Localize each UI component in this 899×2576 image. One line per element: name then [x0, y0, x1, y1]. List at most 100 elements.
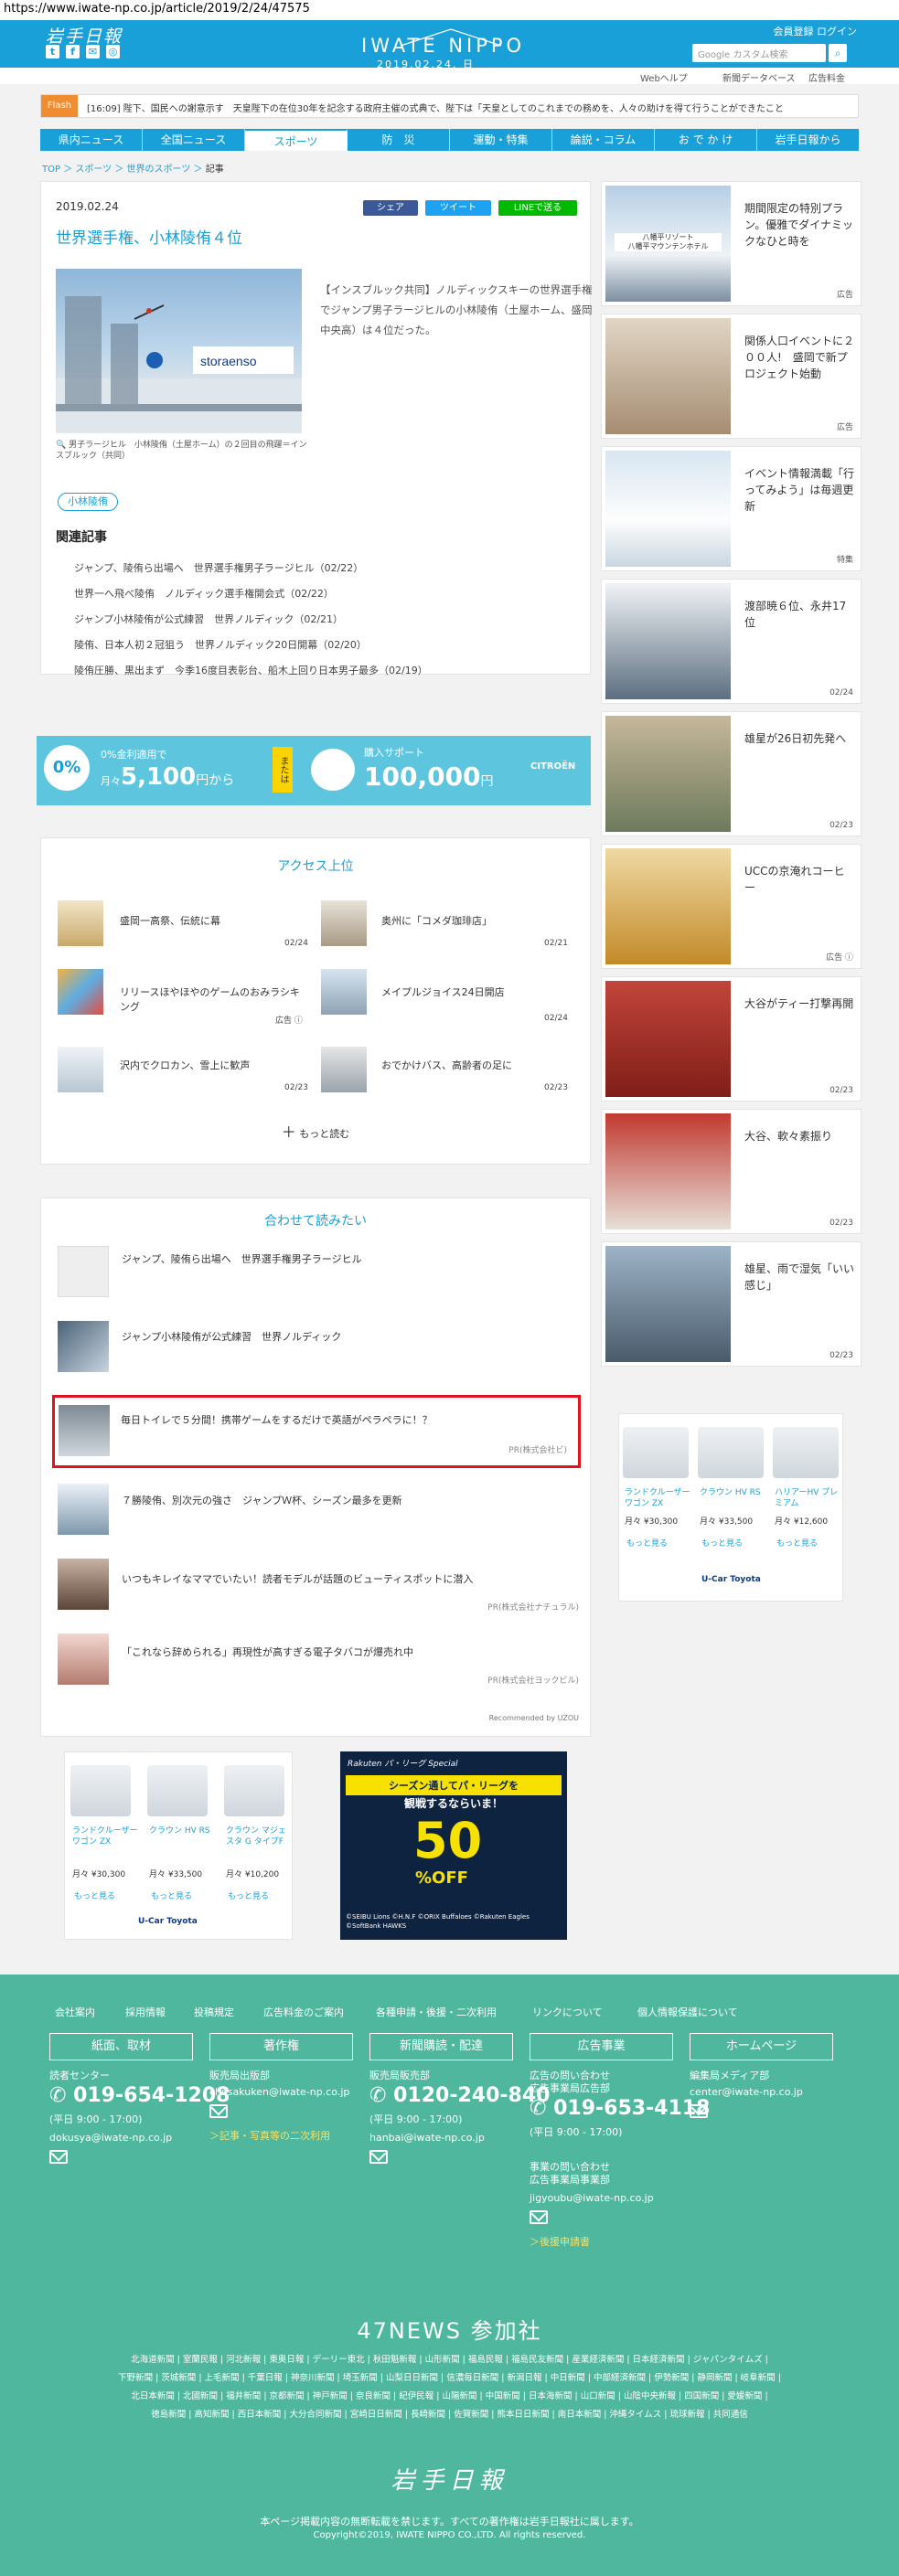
site-logo[interactable]: 岩手日報 — [46, 23, 123, 48]
footer-box-editorial[interactable]: 紙面、取材 — [49, 2033, 193, 2060]
side-title[interactable]: 大谷がティー打撃再開 — [744, 995, 854, 1012]
rank-link[interactable]: おでかけバス、高齢者の足に — [381, 1058, 512, 1072]
car-image[interactable] — [70, 1765, 131, 1816]
car-more-button[interactable]: もっと見る — [626, 1537, 668, 1549]
recommend-link[interactable]: 「これなら辞められる」再現性が高すぎる電子タバコが爆売れ中 — [122, 1645, 413, 1659]
site-brand[interactable]: IWATE NIPPO — [361, 35, 525, 57]
footer-link-company[interactable]: 会社案内 — [55, 2005, 95, 2019]
side-item[interactable]: 大谷、軟々素振り 02/23 — [601, 1109, 862, 1234]
nav-prefecture-news[interactable]: 県内ニュース — [40, 129, 143, 151]
ad-highlight-box[interactable]: 毎日トイレで５分間！携帯ゲームをするだけで英語がペラペラに！？ PR(株式会社ビ… — [52, 1395, 581, 1468]
partner-papers-row[interactable]: 徳島新聞 | 高知新聞 | 西日本新聞 | 大分合同新聞 | 宮崎日日新聞 | … — [64, 2406, 835, 2424]
recommend-thumb[interactable] — [59, 1405, 110, 1456]
rank-link[interactable]: メイプルジョイス24日開店 — [381, 985, 505, 999]
footer-link-posting[interactable]: 投稿規定 — [194, 2005, 234, 2019]
rank-thumb[interactable] — [58, 969, 103, 1015]
utility-link-ad-rates[interactable]: 広告料金 — [808, 70, 845, 84]
nav-national-news[interactable]: 全国ニュース — [143, 129, 245, 151]
side-thumb[interactable] — [605, 451, 731, 567]
search-icon[interactable]: ⌕ — [829, 44, 847, 62]
share-twitter-button[interactable]: ツイート — [425, 200, 491, 216]
side-item[interactable]: UCCの京淹れコーヒー 広告 ⓘ — [601, 844, 862, 969]
footer-mail[interactable]: hanbai@iwate-np.co.jp — [369, 2132, 485, 2145]
utility-link-help[interactable]: Webヘルプ — [640, 70, 688, 84]
share-line-button[interactable]: LINEで送る — [498, 200, 577, 216]
nav-disaster[interactable]: 防 災 — [348, 129, 450, 151]
nav-sports[interactable]: スポーツ — [245, 129, 348, 151]
side-thumb[interactable] — [605, 1246, 731, 1362]
footer-mail[interactable]: jigyoubu@iwate-np.co.jp — [530, 2192, 654, 2205]
car-image[interactable] — [623, 1427, 689, 1478]
side-thumb[interactable] — [605, 848, 731, 964]
utility-link-database[interactable]: 新聞データベース — [722, 70, 796, 84]
side-item[interactable]: 雄星が26日初先発へ 02/23 — [601, 711, 862, 836]
breadcrumb-top[interactable]: TOP — [42, 165, 60, 175]
footer-phone[interactable]: ✆ 019-654-1208 — [49, 2084, 230, 2107]
side-item[interactable]: 大谷がティー打撃再開 02/23 — [601, 976, 862, 1102]
related-link[interactable]: ジャンプ小林陵侑が公式練習 世界ノルディック（02/21） — [74, 612, 343, 626]
related-link[interactable]: 世界一へ飛べ陵侑 ノルディック選手権開会式（02/22） — [74, 586, 334, 601]
footer-link-linking[interactable]: リンクについて — [532, 2005, 603, 2019]
footer-link-recruit[interactable]: 採用情報 — [125, 2005, 166, 2019]
car-image[interactable] — [773, 1427, 839, 1478]
footer-mail[interactable]: dokusya@iwate-np.co.jp — [49, 2132, 172, 2145]
member-links[interactable]: 会員登録 ログイン — [774, 24, 858, 38]
rank-link[interactable]: 奥州に「コメダ珈琲店」 — [381, 913, 492, 928]
footer-phone[interactable]: ✆ 019-653-4118 — [530, 2097, 710, 2120]
footer-logo[interactable]: 岩手日報 — [0, 2462, 899, 2496]
nav-features[interactable]: 運動・特集 — [450, 129, 552, 151]
recommend-thumb[interactable] — [58, 1484, 109, 1535]
footer-link-ad-rates[interactable]: 広告料金のご案内 — [263, 2005, 344, 2019]
rank-thumb[interactable] — [321, 1047, 367, 1092]
partner-papers-row[interactable]: 北日本新聞 | 北國新聞 | 福井新聞 | 京都新聞 | 神戸新聞 | 奈良新聞… — [64, 2388, 835, 2406]
recommend-link[interactable]: ７勝陵侑、別次元の強さ ジャンプＷ杯、シーズン最多を更新 — [122, 1493, 402, 1507]
rank-thumb[interactable] — [321, 900, 367, 946]
car-more-button[interactable]: もっと見る — [74, 1889, 115, 1901]
recommend-link[interactable]: 毎日トイレで５分間！携帯ゲームをするだけで英語がペラペラに！？ — [121, 1412, 433, 1427]
side-title[interactable]: 渡部暁６位、永井17位 — [744, 598, 854, 631]
footer-box-homepage[interactable]: ホームページ — [690, 2033, 833, 2060]
related-link[interactable]: 陵侑圧勝、黒出まず 今季16度目表彰台、船木上回り日本男子最多（02/19） — [74, 663, 428, 677]
recommend-thumb[interactable] — [58, 1559, 109, 1610]
flash-news-bar[interactable]: Flash [16:09] 陛下、国民への謝意示す 天皇陛下の在位30年を記念す… — [40, 94, 859, 118]
mail-icon[interactable] — [530, 2210, 548, 2224]
side-item[interactable]: イベント情報満載「行ってみよう」は毎週更新 特集 — [601, 446, 862, 571]
mail-icon[interactable] — [690, 2104, 708, 2118]
side-title[interactable]: 雄星が26日初先発へ — [744, 730, 854, 747]
article-photo[interactable]: storaenso — [56, 269, 302, 433]
car-image[interactable] — [224, 1765, 284, 1816]
recommend-thumb[interactable] — [58, 1634, 109, 1685]
car-more-button[interactable]: もっと見る — [228, 1889, 269, 1901]
footer-phone[interactable]: ✆ 0120-240-840 — [369, 2084, 550, 2107]
tag-kobayashi[interactable]: 小林陵侑 — [58, 493, 118, 511]
car-ad-side[interactable]: ランドクルーザーワゴン ZX クラウン HV RS ハリアーHV プレミアム 月… — [618, 1413, 843, 1602]
share-facebook-button[interactable]: シェア — [363, 200, 418, 216]
mail-icon[interactable] — [209, 2104, 228, 2118]
rank-thumb[interactable] — [58, 1047, 103, 1092]
nav-outings[interactable]: お で か け — [655, 129, 757, 151]
recommend-thumb[interactable] — [58, 1321, 109, 1372]
footer-link-privacy[interactable]: 個人情報保護について — [637, 2005, 738, 2019]
side-title[interactable]: イベント情報満載「行ってみよう」は毎週更新 — [744, 465, 854, 515]
flash-text[interactable]: [16:09] 陛下、国民への謝意示す 天皇陛下の在位30年を記念する政府主催の… — [87, 101, 853, 114]
side-item[interactable]: 八幡平リゾート 八幡平マウンテンホテル 期間限定の特別プラン。優雅でダイナミック… — [601, 181, 862, 306]
footer-mail[interactable]: chosakuken@iwate-np.co.jp — [209, 2086, 349, 2099]
related-link[interactable]: 陵侑、日本人初２冠狙う 世界ノルディック20日開幕（02/20） — [74, 637, 367, 652]
footer-box-advertising[interactable]: 広告事業 — [530, 2033, 673, 2060]
uzou-credit[interactable]: Recommended by UZOU — [489, 1714, 579, 1722]
partner-papers-row[interactable]: 下野新聞 | 茨城新聞 | 上毛新聞 | 千葉日報 | 神奈川新聞 | 埼玉新聞… — [64, 2369, 835, 2388]
recommend-thumb[interactable] — [58, 1246, 109, 1297]
side-thumb[interactable] — [605, 716, 731, 832]
mail-icon[interactable] — [49, 2150, 68, 2164]
car-image[interactable] — [147, 1765, 208, 1816]
nav-from-nippo[interactable]: 岩手日報から — [757, 129, 859, 151]
footer-secondary-use-link[interactable]: ＞記事・写真等の二次利用 — [209, 2128, 330, 2143]
side-thumb[interactable] — [605, 981, 731, 1097]
side-title[interactable]: 関係人口イベントに２００人! 盛岡で新プロジェクト始動 — [744, 333, 854, 382]
side-title[interactable]: 大谷、軟々素振り — [744, 1128, 854, 1144]
footer-box-copyright[interactable]: 著作権 — [209, 2033, 353, 2060]
breadcrumb-sports[interactable]: スポーツ — [75, 165, 112, 175]
citroen-banner-ad[interactable]: 0% 0%金利適用で 月々5,100円から または 購入サポート 100,000… — [37, 736, 591, 805]
side-item[interactable]: 雄星、雨で湿気「いい感じ」 02/23 — [601, 1241, 862, 1367]
twitter-icon[interactable]: t — [46, 45, 59, 59]
